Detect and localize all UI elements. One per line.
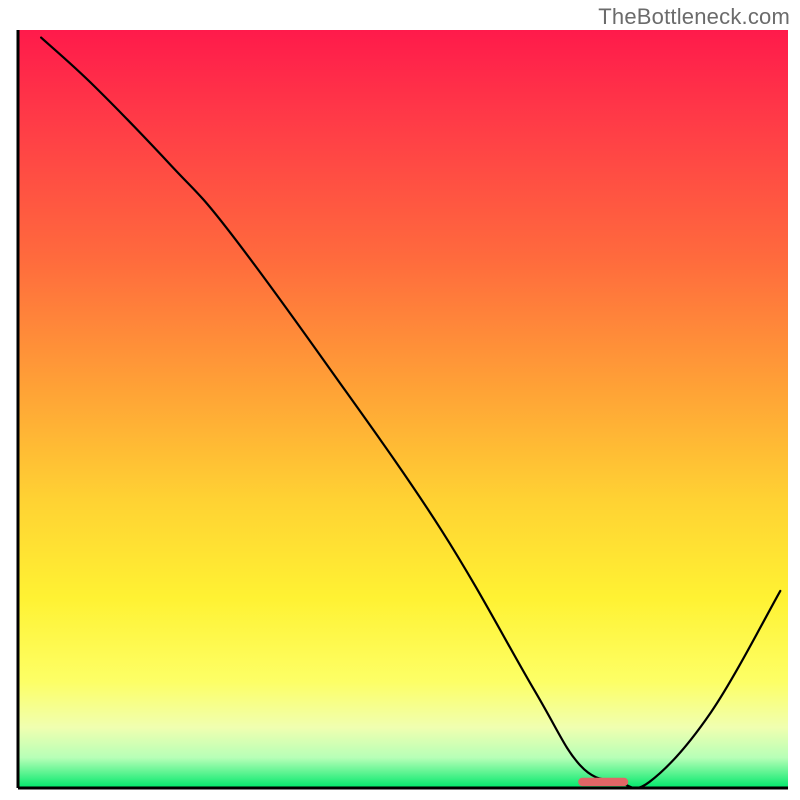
optimal-marker xyxy=(578,778,628,786)
watermark-text: TheBottleneck.com xyxy=(598,4,790,30)
gradient-background xyxy=(18,30,788,788)
chart-container: TheBottleneck.com xyxy=(0,0,800,800)
bottleneck-chart xyxy=(0,0,800,800)
